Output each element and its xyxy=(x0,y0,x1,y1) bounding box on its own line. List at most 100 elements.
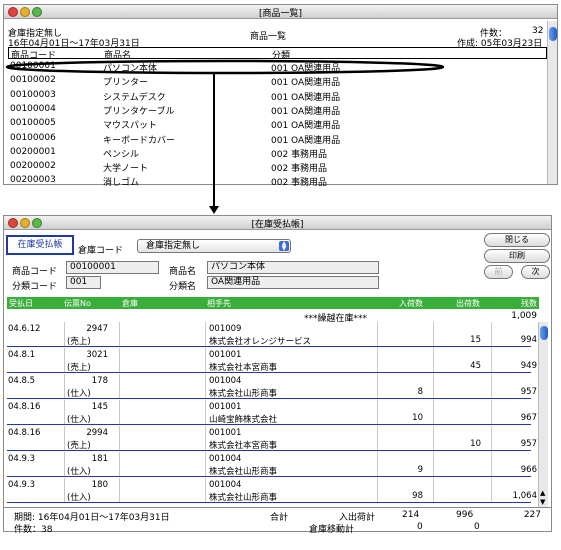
category-code-field[interactable]: 001 xyxy=(66,276,101,289)
ledger-scrollbar[interactable]: ▲ ▼ xyxy=(538,322,548,507)
row-product-code: 00200002 xyxy=(10,161,56,172)
col-divider xyxy=(119,400,120,424)
col-divider xyxy=(119,348,120,372)
col-divider xyxy=(119,322,120,346)
row-date: 04.8.1 xyxy=(8,350,36,360)
row-balance: 957 xyxy=(520,387,537,397)
scroll-up-icon[interactable]: ▲ xyxy=(540,489,545,497)
row-date: 04.8.5 xyxy=(8,376,36,386)
row-category: 002 事務用品 xyxy=(271,149,328,160)
table-row[interactable]: 00100001 パソコン本体 001 OA関連用品 xyxy=(8,60,538,74)
row-partner-name: 株式会社本宮商事 xyxy=(209,441,278,451)
report-title: 商品一覧 xyxy=(250,32,287,42)
row-category: 002 事務用品 xyxy=(271,164,328,175)
row-type: (売上) xyxy=(67,441,91,451)
col-divider xyxy=(433,452,434,476)
col-partner: 相手先 xyxy=(207,299,231,308)
category-code-label: 分類コード xyxy=(12,282,58,292)
tab-stock-ledger[interactable]: 在庫受払帳 xyxy=(6,235,74,255)
row-category: 001 OA関連用品 xyxy=(271,135,341,146)
footer-total-label: 合計 xyxy=(270,513,289,523)
list-scrollbar[interactable] xyxy=(547,21,557,184)
row-partner-code: 001001 xyxy=(209,350,242,360)
row-product-code: 00100001 xyxy=(10,61,56,71)
table-row[interactable]: 00200001 ペンシル 002 事務用品 xyxy=(8,146,538,160)
col-divider xyxy=(433,400,434,424)
col-divider xyxy=(491,374,492,398)
ledger-row[interactable]: 04.9.3 181 (仕入) 001004 株式会社山形商事 9 966 xyxy=(7,452,537,477)
col-divider xyxy=(119,452,120,476)
table-row[interactable]: 00100005 マウスパット 001 OA関連用品 xyxy=(8,117,538,131)
row-voucher-no: 180 xyxy=(91,480,108,490)
table-row[interactable]: 00100006 キーボードカバー 001 OA関連用品 xyxy=(8,132,538,146)
category-name-label: 分類名 xyxy=(169,282,197,292)
row-type: (仕入) xyxy=(67,467,91,477)
ledger-row[interactable]: 04.8.5 178 (仕入) 001004 株式会社山形商事 8 957 xyxy=(7,374,537,399)
warehouse-select[interactable]: 倉庫指定無し ▲ ▼ xyxy=(137,239,291,253)
col-in: 入荷数 xyxy=(399,299,423,308)
col-divider xyxy=(491,478,492,502)
count-value: 32 xyxy=(532,26,544,36)
row-product-name: プリンター xyxy=(103,78,149,89)
window-title: [在庫受払帳] xyxy=(251,220,304,230)
footer-balance-total: 227 xyxy=(523,510,541,520)
scroll-thumb[interactable] xyxy=(549,27,557,41)
print-button[interactable]: 印刷 xyxy=(484,249,550,263)
col-divider xyxy=(64,452,65,476)
col-divider xyxy=(433,374,434,398)
ledger-row[interactable]: 04.9.3 180 (仕入) 001004 株式会社山形商事 98 1,064 xyxy=(7,478,537,503)
col-divider xyxy=(119,374,120,398)
category-name-field[interactable]: OA関連用品 xyxy=(207,276,379,289)
product-list-titlebar: [商品一覧] xyxy=(4,5,557,19)
row-voucher-no: 2994 xyxy=(86,428,108,438)
product-name-field[interactable]: パソコン本体 xyxy=(207,261,379,274)
table-row[interactable]: 00200003 消しゴム 002 事務用品 xyxy=(8,174,538,188)
col-divider xyxy=(205,452,206,476)
prev-button[interactable]: 前 xyxy=(484,265,513,279)
footer-in-total: 214 xyxy=(402,510,420,520)
col-divider xyxy=(433,322,434,346)
row-balance: 957 xyxy=(520,439,537,449)
ledger-rows: 04.6.12 2947 (売上) 001009 株式会社オレンジサービス 15 994 04… xyxy=(4,322,551,507)
table-row[interactable]: 00100002 プリンター 001 OA関連用品 xyxy=(8,74,538,88)
row-partner-code: 001004 xyxy=(209,480,242,490)
row-partner-code: 001004 xyxy=(209,376,242,386)
row-balance: 949 xyxy=(520,361,537,371)
row-date: 04.9.3 xyxy=(8,454,36,464)
row-partner-name: 株式会社山形商事 xyxy=(209,493,278,503)
row-out: 15 xyxy=(470,335,481,345)
row-product-code: 00100004 xyxy=(10,103,56,114)
ledger-row[interactable]: 04.8.1 3021 (売上) 001001 株式会社本宮商事 45 949 xyxy=(7,348,537,373)
scroll-down-icon[interactable]: ▼ xyxy=(540,498,545,506)
row-partner-name: 株式会社山形商事 xyxy=(209,467,278,477)
close-button[interactable]: 閉じる xyxy=(484,233,550,247)
ledger-row[interactable]: 04.6.12 2947 (売上) 001009 株式会社オレンジサービス 15 994 xyxy=(7,322,537,347)
next-button[interactable]: 次 xyxy=(521,265,550,279)
ledger-row[interactable]: 04.8.16 2994 (売上) 001001 株式会社本宮商事 10 957 xyxy=(7,426,537,451)
ledger-header: 受払日 伝票No 倉庫 相手先 入荷数 出荷数 残数 xyxy=(7,297,539,309)
col-divider xyxy=(377,426,378,450)
table-row[interactable]: 00200002 大学ノート 002 事務用品 xyxy=(8,160,538,174)
row-type: (売上) xyxy=(67,363,91,373)
table-row[interactable]: 00100004 プリンタケーブル 001 OA関連用品 xyxy=(8,103,538,117)
row-product-name: 消しゴム xyxy=(103,178,140,189)
connector-arrowhead xyxy=(209,206,219,214)
product-code-field[interactable]: 00100001 xyxy=(66,261,159,274)
row-product-code: 00100006 xyxy=(10,132,56,143)
ledger-row[interactable]: 04.8.16 145 (仕入) 001001 山崎宝飾株式会社 10 967 xyxy=(7,400,537,425)
stock-ledger-window: [在庫受払帳] 在庫受払帳 倉庫コード 倉庫指定無し ▲ ▼ 閉じる 印刷 前 次… xyxy=(3,215,552,535)
col-divider xyxy=(377,348,378,372)
row-date: 04.8.16 xyxy=(8,402,41,412)
row-type: (仕入) xyxy=(67,415,91,425)
footer-transfer-in: 0 xyxy=(417,522,423,532)
table-row[interactable]: 00100003 システムデスク 001 OA関連用品 xyxy=(8,89,538,103)
col-voucher: 伝票No xyxy=(64,299,91,308)
row-category: 001 OA関連用品 xyxy=(271,78,341,89)
row-product-name: キーボードカバー xyxy=(103,135,176,146)
row-date: 04.8.16 xyxy=(8,428,41,438)
row-in: 8 xyxy=(417,387,423,397)
col-divider xyxy=(205,374,206,398)
row-partner-name: 株式会社本宮商事 xyxy=(209,363,278,373)
scroll-thumb[interactable] xyxy=(540,326,548,340)
ledger-footer: 期間: 16年04月01日～17年03月31日 件数：38 合計 入出荷計 21… xyxy=(4,507,551,535)
